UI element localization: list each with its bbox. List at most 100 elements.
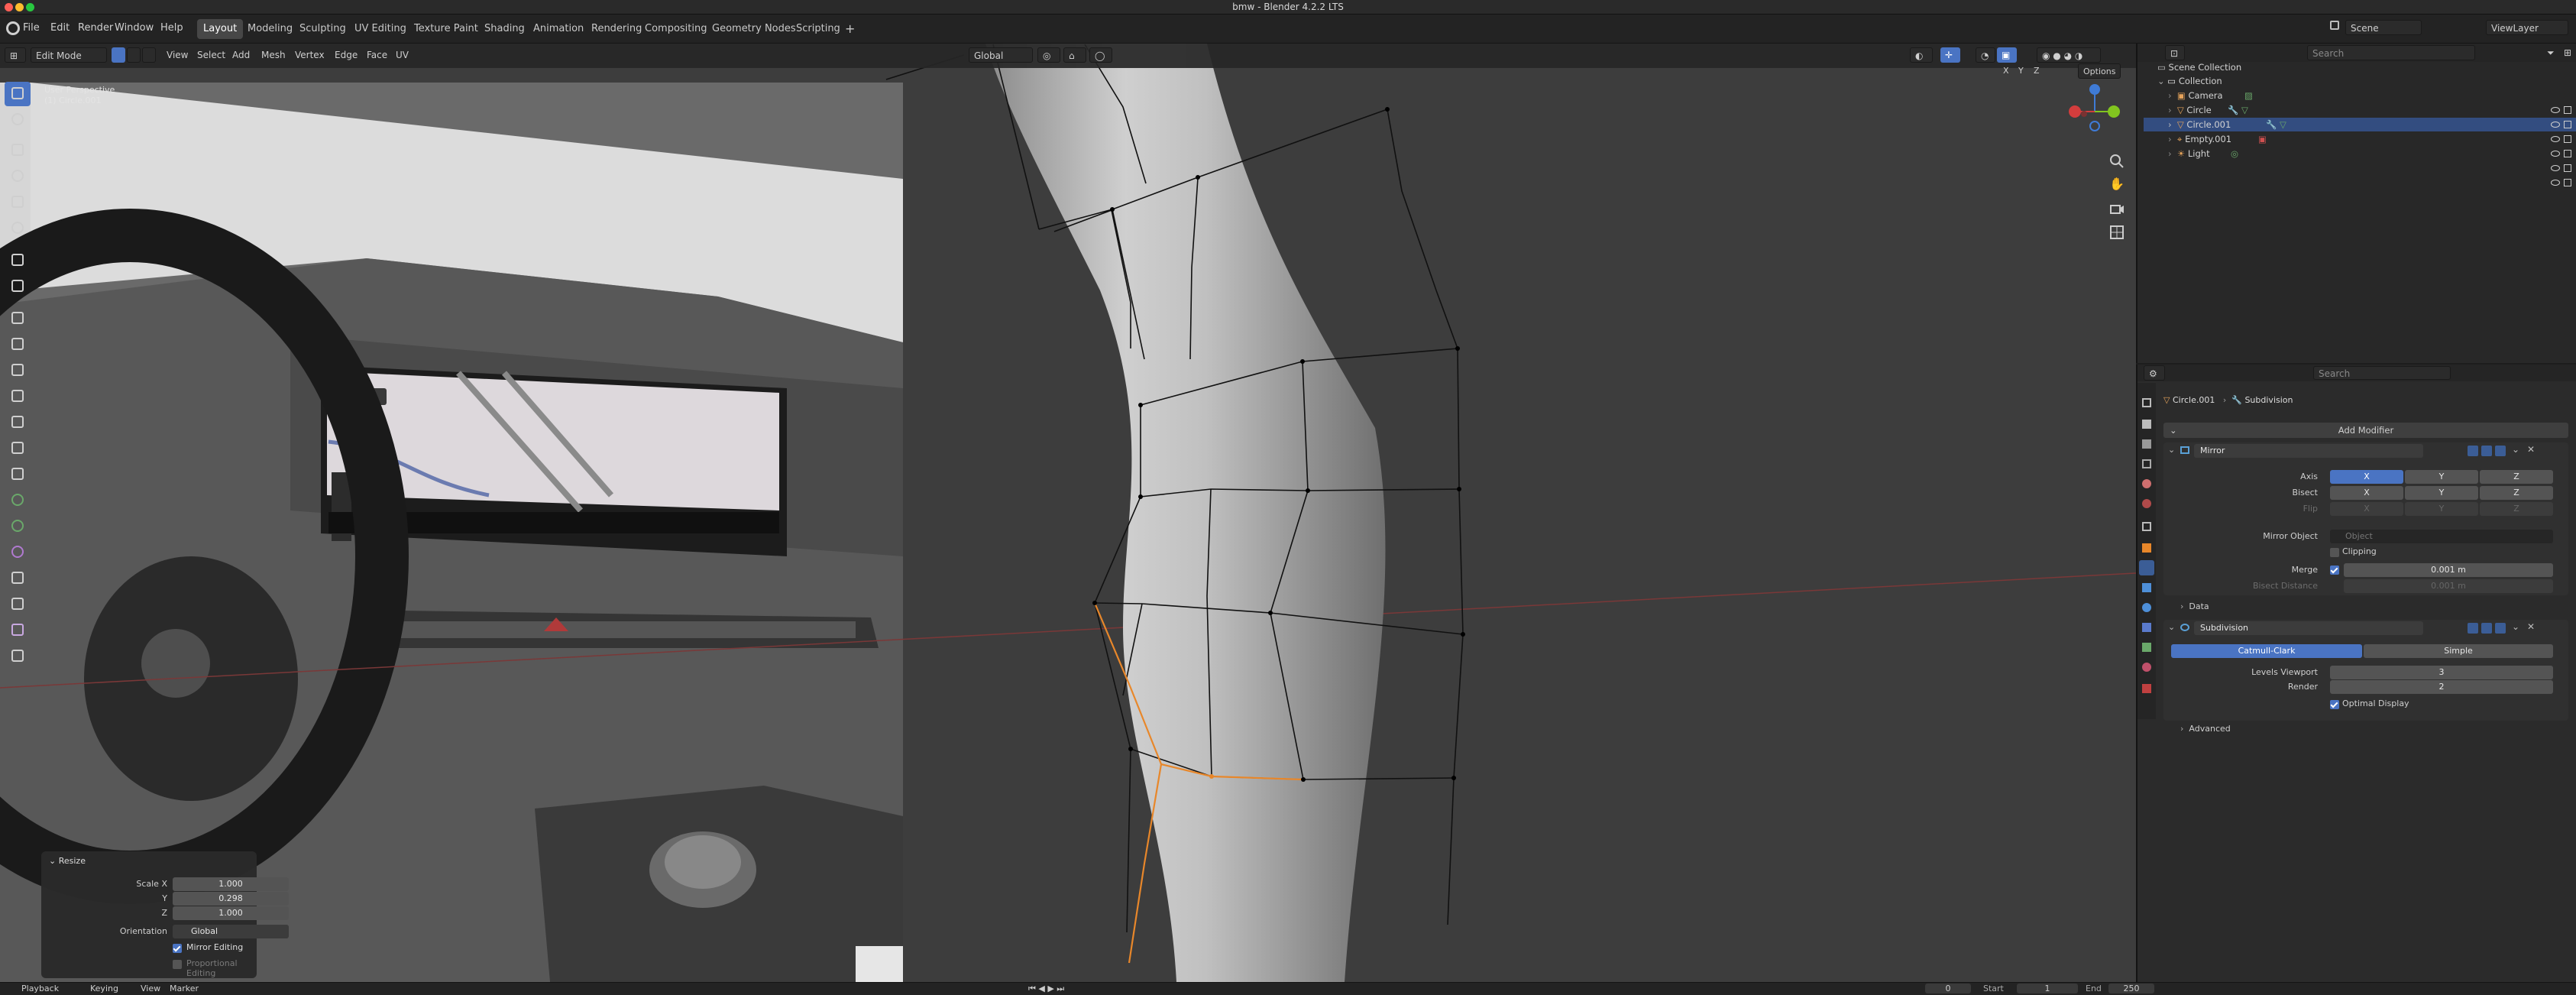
mirror-name-field[interactable]: Mirror: [2194, 444, 2423, 458]
tab-sculpting[interactable]: Sculpting: [293, 19, 352, 39]
subdivision-name-field[interactable]: Subdivision: [2194, 621, 2423, 635]
menu-help[interactable]: Help: [160, 22, 183, 34]
spin-tool[interactable]: [5, 488, 31, 513]
mirror-axis-y[interactable]: Y: [2014, 63, 2028, 79]
axis-y-toggle[interactable]: Y: [2405, 470, 2478, 484]
subdivision-remove-icon[interactable]: ✕: [2527, 621, 2535, 632]
render-tab-icon[interactable]: [2142, 420, 2151, 429]
camera-view-icon[interactable]: [2108, 201, 2125, 218]
scene-tab-icon[interactable]: [2142, 479, 2151, 488]
tab-shading[interactable]: Shading: [478, 19, 531, 39]
data-subpanel[interactable]: › Data: [2180, 601, 2209, 611]
world-tab-icon[interactable]: [2142, 499, 2151, 508]
add-modifier-button[interactable]: ⌄ Add Modifier: [2163, 423, 2568, 438]
properties-editor-type-icon[interactable]: ⚙: [2144, 365, 2165, 381]
timeline-view-menu[interactable]: View: [141, 984, 160, 993]
collection-row[interactable]: ⌄ ▭ Collection: [2157, 74, 2576, 88]
rip-region-tool[interactable]: [5, 618, 31, 643]
mode-selector[interactable]: Edit Mode: [31, 47, 107, 63]
smooth-tool[interactable]: [5, 514, 31, 539]
render-camera-icon[interactable]: [2564, 164, 2571, 172]
outliner-item-circle[interactable]: › ▽ Circle 🔧 ▽: [2168, 103, 2565, 117]
start-frame-field[interactable]: 1: [2017, 984, 2078, 993]
measure-tool[interactable]: [5, 274, 31, 299]
add-workspace-icon[interactable]: +: [839, 19, 861, 39]
pan-view-icon[interactable]: ✋: [2108, 177, 2125, 193]
tab-scripting[interactable]: Scripting: [790, 19, 846, 39]
new-collection-icon[interactable]: ⊞: [2559, 45, 2576, 60]
menu-file[interactable]: File: [23, 22, 40, 34]
simple-button[interactable]: Simple: [2364, 644, 2553, 658]
properties-search[interactable]: Search: [2313, 366, 2451, 380]
collapse-mirror-icon[interactable]: ⌄: [2168, 445, 2175, 455]
flip-z-toggle[interactable]: Z: [2480, 502, 2553, 516]
add-cube-tool[interactable]: [5, 306, 31, 331]
bisect-distance-field[interactable]: 0.001 m: [2344, 579, 2553, 593]
render-camera-icon[interactable]: [2564, 106, 2571, 114]
axis-x-toggle[interactable]: X: [2330, 470, 2403, 484]
visibility-eye-icon[interactable]: [2551, 122, 2560, 128]
particles-tab-icon[interactable]: [2142, 583, 2151, 592]
mirror-dropdown-icon[interactable]: ⌄: [2512, 444, 2519, 455]
mirror-object-field[interactable]: Object: [2330, 530, 2553, 543]
navigation-gizmo[interactable]: [2061, 83, 2122, 152]
realtime-toggle-icon[interactable]: [2481, 446, 2492, 456]
render-toggle-icon[interactable]: [2495, 623, 2506, 634]
scale-x-field[interactable]: 1.000: [173, 877, 289, 891]
subdivision-dropdown-icon[interactable]: ⌄: [2512, 621, 2519, 632]
transform-orientation-selector[interactable]: Global: [969, 47, 1033, 63]
visibility-eye-icon[interactable]: [2551, 180, 2560, 186]
outliner-item-light[interactable]: › ☀ Light ◎: [2168, 147, 2565, 160]
material-tab-icon[interactable]: [2142, 663, 2151, 672]
tool-tab-icon[interactable]: [2142, 398, 2151, 407]
gizmo-toggle-icon[interactable]: ✛: [1940, 47, 1960, 63]
levels-viewport-field[interactable]: 3: [2330, 666, 2553, 679]
current-frame-field[interactable]: 0: [1925, 984, 1971, 993]
extrude-tool[interactable]: [5, 332, 31, 357]
shading-mode-icons[interactable]: ◉ ● ◕ ◑: [2037, 47, 2101, 63]
bevel-tool[interactable]: [5, 384, 31, 409]
render-camera-icon[interactable]: [2564, 135, 2571, 143]
render-camera-icon[interactable]: [2564, 121, 2571, 128]
data-tab-icon[interactable]: [2142, 643, 2151, 652]
bisect-y-toggle[interactable]: Y: [2405, 486, 2478, 500]
marker-menu[interactable]: Marker: [170, 984, 199, 993]
scene-collection-row[interactable]: ▭ Scene Collection: [2157, 60, 2241, 74]
menu-view[interactable]: View: [162, 47, 193, 63]
blender-logo-icon[interactable]: [6, 21, 20, 35]
transform-tool[interactable]: [5, 216, 31, 241]
orientation-select[interactable]: Global: [173, 925, 289, 938]
outliner-display-mode-icon[interactable]: ⊡: [2165, 45, 2185, 60]
texture-tab-icon[interactable]: [2142, 684, 2151, 693]
edit-mode-toggle-icon[interactable]: [2468, 623, 2478, 634]
output-tab-icon[interactable]: [2142, 439, 2151, 449]
tab-geometry-nodes[interactable]: Geometry Nodes: [706, 19, 802, 39]
constraints-tab-icon[interactable]: [2142, 623, 2151, 632]
resize-panel-title[interactable]: ⌄ Resize: [49, 856, 86, 866]
catmull-clark-button[interactable]: Catmull-Clark: [2171, 644, 2362, 658]
select-box-tool[interactable]: [5, 82, 31, 106]
edge-slide-tool[interactable]: [5, 540, 31, 565]
menu-edge[interactable]: Edge: [330, 47, 362, 63]
outliner-item-empty-001[interactable]: › ⌖ Empty.001 ▣: [2168, 132, 2565, 146]
bisect-x-toggle[interactable]: X: [2330, 486, 2403, 500]
mirror-axis-x[interactable]: X: [1998, 63, 2014, 79]
advanced-subpanel[interactable]: › Advanced: [2180, 724, 2231, 734]
mirror-axis-z[interactable]: Z: [2029, 63, 2044, 79]
loop-cut-tool[interactable]: [5, 410, 31, 435]
object-tab-icon[interactable]: [2142, 543, 2151, 553]
inset-tool[interactable]: [5, 358, 31, 383]
edge-select-icon[interactable]: [127, 47, 141, 63]
outliner-search[interactable]: Search: [2307, 45, 2475, 60]
view-layer-tab-icon[interactable]: [2142, 459, 2151, 468]
scale-z-field[interactable]: 1.000: [173, 906, 289, 920]
tab-animation[interactable]: Animation: [527, 19, 590, 39]
shear-tool[interactable]: [5, 592, 31, 617]
realtime-toggle-icon[interactable]: [2481, 623, 2492, 634]
collapse-subdivision-icon[interactable]: ⌄: [2168, 622, 2175, 632]
visibility-eye-icon[interactable]: [2551, 165, 2560, 171]
annotate-tool[interactable]: [5, 248, 31, 273]
snap-icon[interactable]: ⌂: [1063, 47, 1086, 63]
knife-tool[interactable]: [5, 436, 31, 461]
face-select-icon[interactable]: [142, 47, 156, 63]
